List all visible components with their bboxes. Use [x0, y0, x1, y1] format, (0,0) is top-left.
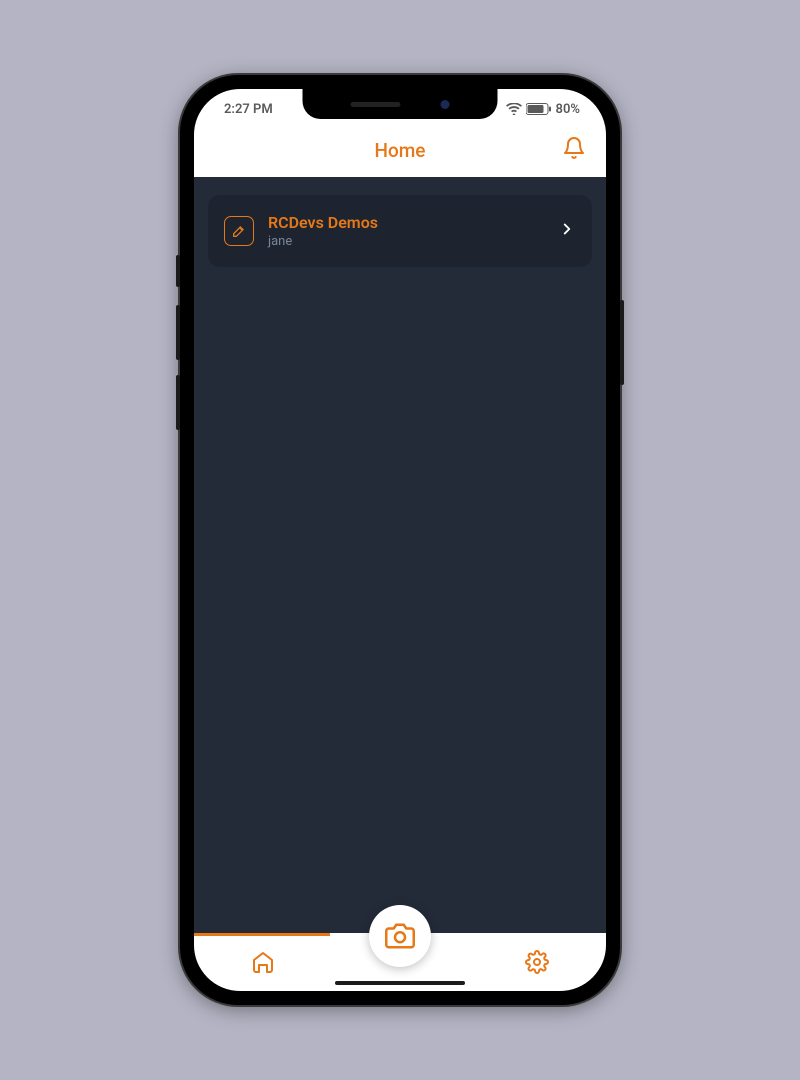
notifications-button[interactable]: [562, 136, 586, 164]
status-right: 80%: [506, 102, 582, 117]
home-indicator[interactable]: [335, 981, 465, 985]
account-title: RCDevs Demos: [268, 213, 544, 232]
volume-up-button: [176, 305, 180, 360]
scan-camera-button[interactable]: [369, 905, 431, 967]
notch: [303, 89, 498, 119]
app-header: Home: [194, 123, 606, 177]
phone-frame: 2:27 PM 80% Home: [180, 75, 620, 1005]
mute-switch: [176, 255, 180, 287]
volume-down-button: [176, 375, 180, 430]
chevron-right-icon: [558, 220, 576, 242]
gear-icon: [525, 950, 549, 974]
content-area: RCDevs Demos jane: [194, 177, 606, 933]
battery-percent: 80%: [556, 102, 580, 117]
account-card-body: RCDevs Demos jane: [268, 213, 544, 249]
bell-icon: [562, 136, 586, 160]
nav-settings-button[interactable]: [507, 950, 567, 974]
power-button: [620, 300, 624, 385]
home-icon: [251, 950, 275, 974]
nav-active-indicator: [194, 933, 330, 936]
nav-home-button[interactable]: [233, 950, 293, 974]
status-time: 2:27 PM: [218, 102, 273, 117]
screen: 2:27 PM 80% Home: [194, 89, 606, 991]
battery-icon: [526, 103, 552, 115]
page-title: Home: [375, 139, 426, 162]
account-subtitle: jane: [268, 234, 544, 249]
camera-icon: [385, 921, 415, 951]
speaker: [351, 102, 401, 107]
wifi-icon: [506, 103, 522, 115]
token-icon: [224, 216, 254, 246]
front-camera: [441, 100, 450, 109]
account-card[interactable]: RCDevs Demos jane: [208, 195, 592, 267]
